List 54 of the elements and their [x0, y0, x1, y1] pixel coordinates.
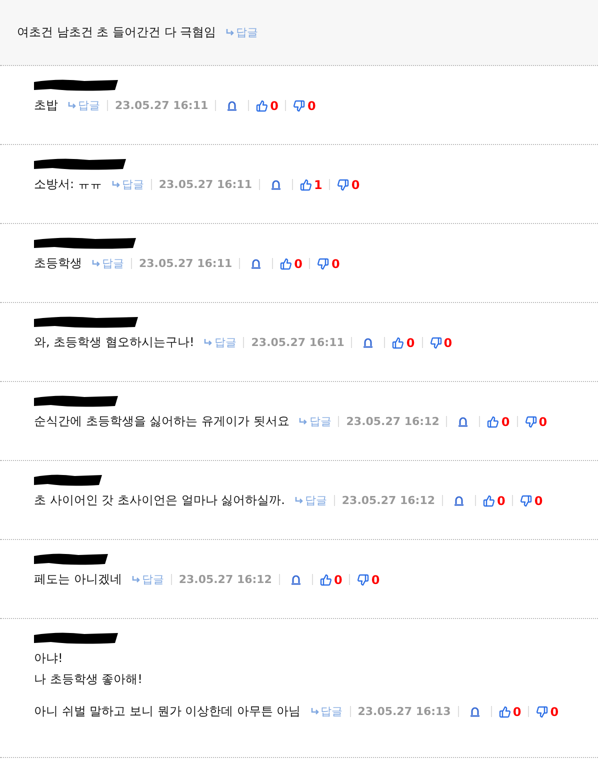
reply-link[interactable]: 답글 — [204, 335, 236, 350]
reply-link[interactable]: 답글 — [226, 25, 258, 40]
dislike-button[interactable]: 0 — [293, 98, 316, 112]
reply-arrow-icon — [294, 497, 304, 504]
dislike-button[interactable]: 0 — [430, 336, 452, 350]
comment-text: 나 초등학생 좋아해! — [34, 671, 142, 688]
comment-text: 초등학생 — [34, 255, 82, 272]
like-button[interactable]: 0 — [483, 494, 506, 508]
comment-time: 23.05.27 16:12 — [342, 494, 436, 507]
comment-time: 23.05.27 16:12 — [346, 415, 440, 428]
reply-arrow-icon — [92, 260, 101, 267]
comment-text: 순식간에 초등학생을 싫어하는 유게이가 됫서요 — [34, 413, 290, 430]
like-button[interactable]: 0 — [392, 336, 415, 350]
comment-text: 초밥 — [34, 97, 58, 114]
comment-text: 아니 쉬벌 말하고 보니 뭔가 이상한데 아무튼 아님 — [34, 703, 301, 720]
comment-time: 23.05.27 16:11 — [251, 336, 344, 349]
reply-arrow-icon — [132, 576, 141, 583]
dislike-button[interactable]: 0 — [536, 704, 559, 718]
like-button[interactable]: 0 — [280, 256, 302, 270]
dislike-button[interactable]: 0 — [357, 572, 380, 586]
post-text: 여초건 남초건 초 들어간건 다 극혐임 — [17, 24, 216, 41]
comment-text: 페도는 아니겠네 — [34, 571, 122, 588]
reply-link[interactable]: 답글 — [310, 704, 343, 719]
redaction-mark — [34, 473, 102, 487]
comment-time: 23.05.27 16:11 — [139, 257, 232, 270]
reply-link[interactable]: 답글 — [112, 177, 144, 192]
reply-link[interactable]: 답글 — [92, 256, 124, 271]
reply-arrow-icon — [226, 29, 236, 36]
reply-arrow-icon — [310, 708, 320, 715]
comment-time: 23.05.27 16:11 — [115, 99, 208, 112]
like-button[interactable]: 0 — [256, 98, 278, 112]
reply-arrow-icon — [299, 418, 308, 425]
comment-time: 23.05.27 16:12 — [178, 573, 272, 586]
reply-arrow-icon — [112, 181, 121, 188]
reply-link[interactable]: 답글 — [132, 572, 164, 587]
like-button[interactable]: 1 — [300, 178, 322, 192]
reply-arrow-icon — [68, 102, 77, 109]
reply-link[interactable]: 답글 — [294, 493, 327, 508]
like-button[interactable]: 0 — [487, 414, 510, 428]
dislike-button[interactable]: 0 — [337, 178, 360, 192]
like-button[interactable]: 0 — [498, 704, 522, 718]
comment-time: 23.05.27 16:11 — [158, 178, 252, 191]
like-button[interactable]: 0 — [320, 572, 342, 586]
reply-link[interactable]: 답글 — [299, 414, 332, 429]
dislike-button[interactable]: 0 — [317, 256, 340, 270]
reply-link[interactable]: 답글 — [68, 98, 100, 113]
comment-text: 소방서: ㅠㅠ — [34, 176, 102, 193]
comment-text: 와, 초등학생 혐오하시는구나! — [34, 334, 194, 351]
dislike-button[interactable]: 0 — [524, 414, 548, 428]
dislike-button[interactable]: 0 — [520, 494, 543, 508]
reply-arrow-icon — [204, 339, 214, 346]
comment-text: 아냐! — [34, 650, 63, 667]
comment-time: 23.05.27 16:13 — [358, 705, 451, 718]
comment-text: 초 사이어인 갓 초사이언은 얼마나 싫어하실까. — [34, 492, 285, 509]
